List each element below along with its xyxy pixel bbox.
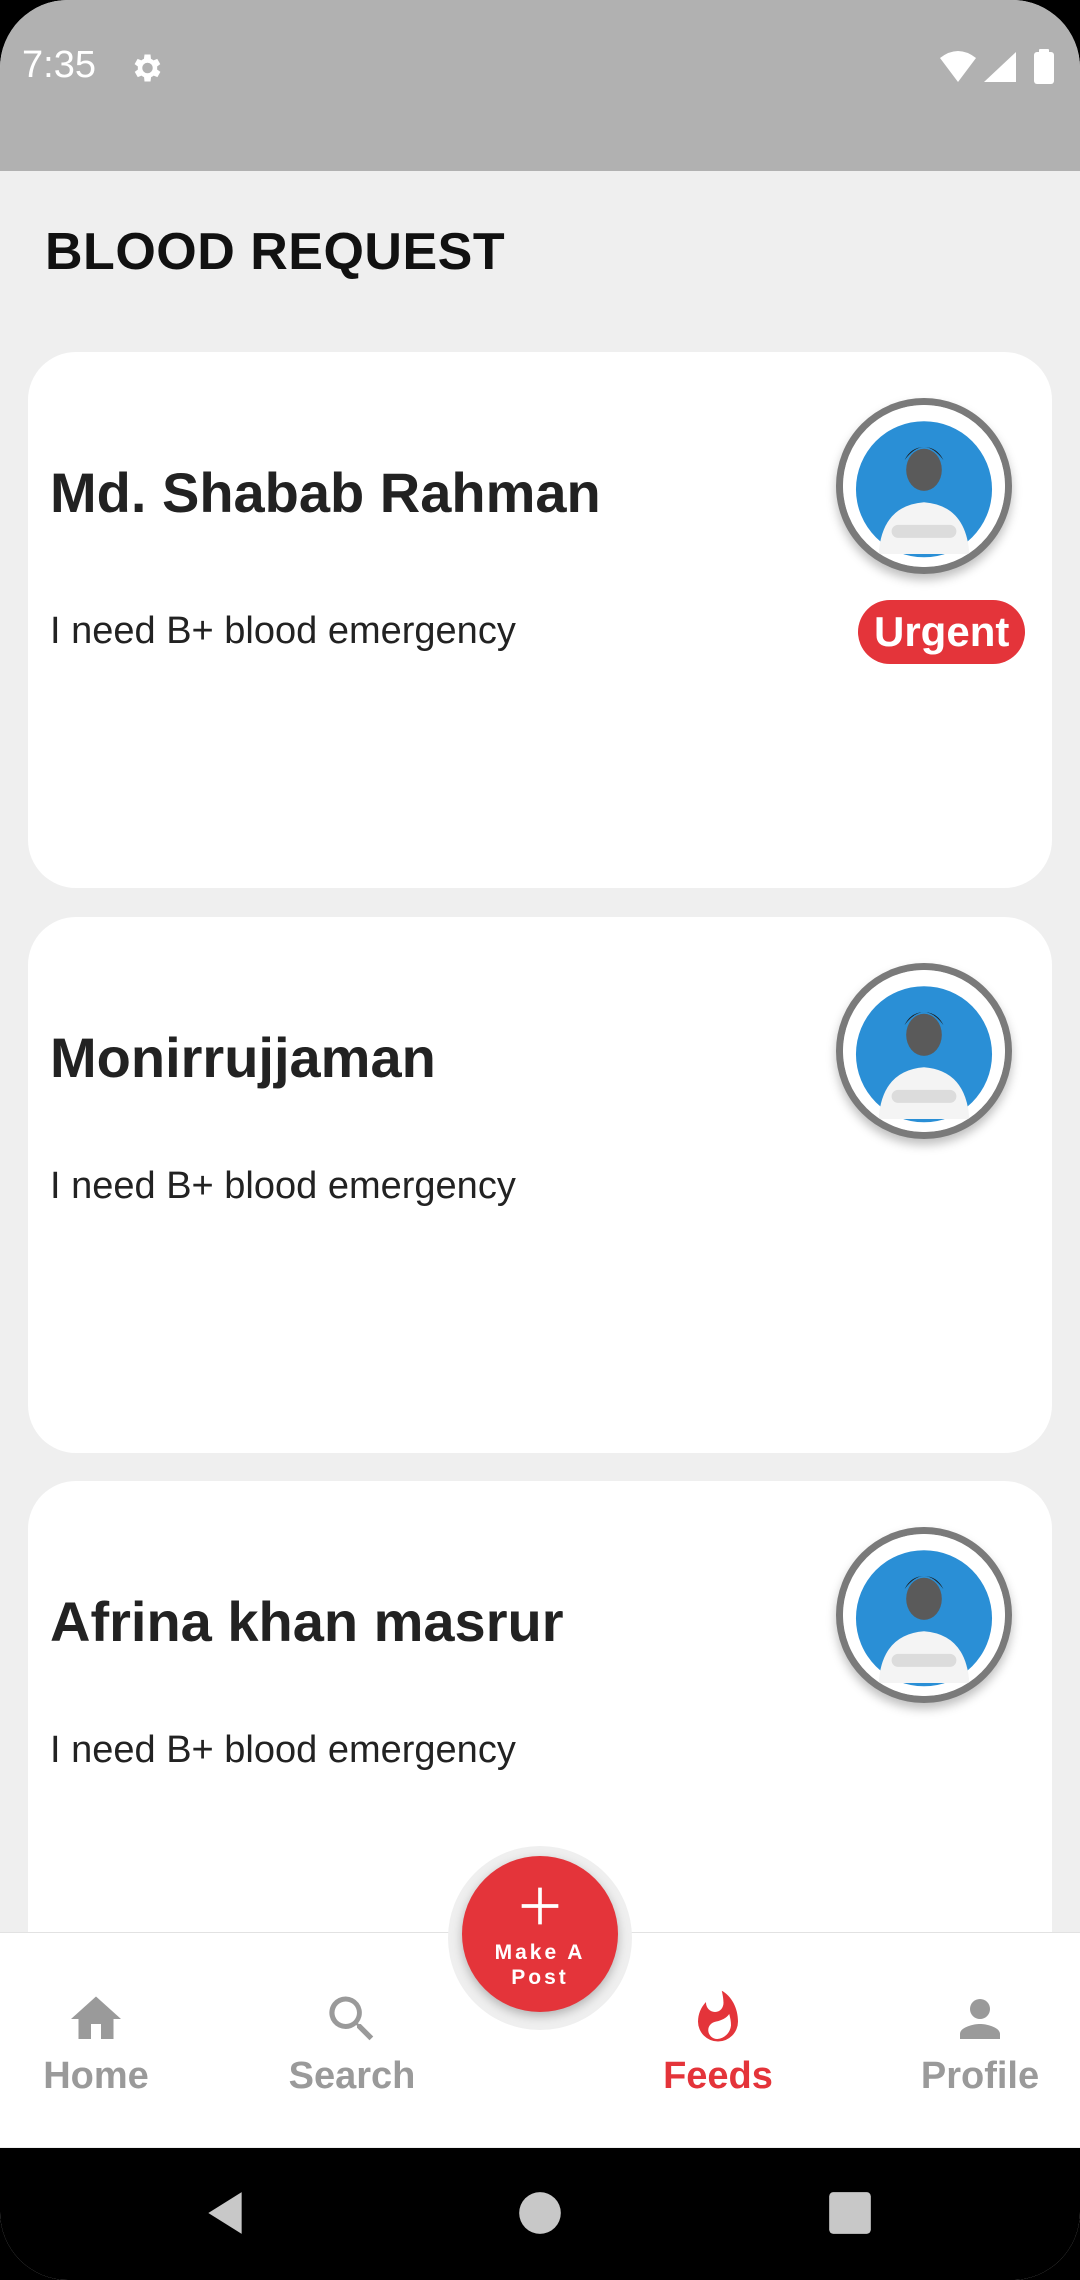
requester-name: Monirrujjaman <box>50 1026 436 1089</box>
make-post-label: Make A Post <box>494 1941 586 1989</box>
nav-home[interactable]: Home <box>0 1933 196 2148</box>
nav-label: Profile <box>920 2055 1040 2097</box>
person-photo-icon <box>843 970 1005 1132</box>
avatar[interactable] <box>836 1527 1012 1703</box>
nav-label: Search <box>288 2055 416 2097</box>
system-nav-bar <box>0 2148 1080 2280</box>
request-message: I need B+ blood emergency <box>50 1729 516 1771</box>
person-photo-icon <box>843 405 1005 567</box>
home-circle-icon[interactable] <box>515 2188 565 2238</box>
avatar[interactable] <box>836 963 1012 1139</box>
request-message: I need B+ blood emergency <box>50 1165 516 1207</box>
home-icon <box>71 1996 121 2039</box>
request-message: I need B+ blood emergency <box>50 610 516 652</box>
back-icon[interactable] <box>200 2188 250 2238</box>
request-card[interactable]: Md. Shabab Rahman I need B+ blood emerge… <box>28 352 1052 888</box>
person-icon <box>960 1999 1000 2039</box>
requester-name: Afrina khan masrur <box>50 1590 564 1653</box>
make-post-button[interactable]: Make A Post <box>462 1856 618 2012</box>
recents-icon[interactable] <box>825 2188 875 2238</box>
request-card[interactable]: Monirrujjaman I need B+ blood emergency <box>28 917 1052 1453</box>
flame-icon <box>698 1990 738 2042</box>
plus-icon <box>521 1887 559 1925</box>
nav-feeds[interactable]: Feeds <box>618 1933 818 2148</box>
search-icon <box>329 1996 374 2041</box>
nav-label: Feeds <box>663 2055 773 2097</box>
nav-profile[interactable]: Profile <box>880 1933 1080 2148</box>
avatar[interactable] <box>836 398 1012 574</box>
nav-label: Home <box>43 2055 149 2097</box>
nav-search[interactable]: Search <box>252 1933 452 2148</box>
person-photo-icon <box>843 1534 1005 1696</box>
app-screen: 7:35 BLOOD REQUEST Md. Shabab Rahman I n… <box>0 0 1080 2280</box>
urgent-badge: Urgent <box>858 600 1026 664</box>
requester-name: Md. Shabab Rahman <box>50 461 601 524</box>
